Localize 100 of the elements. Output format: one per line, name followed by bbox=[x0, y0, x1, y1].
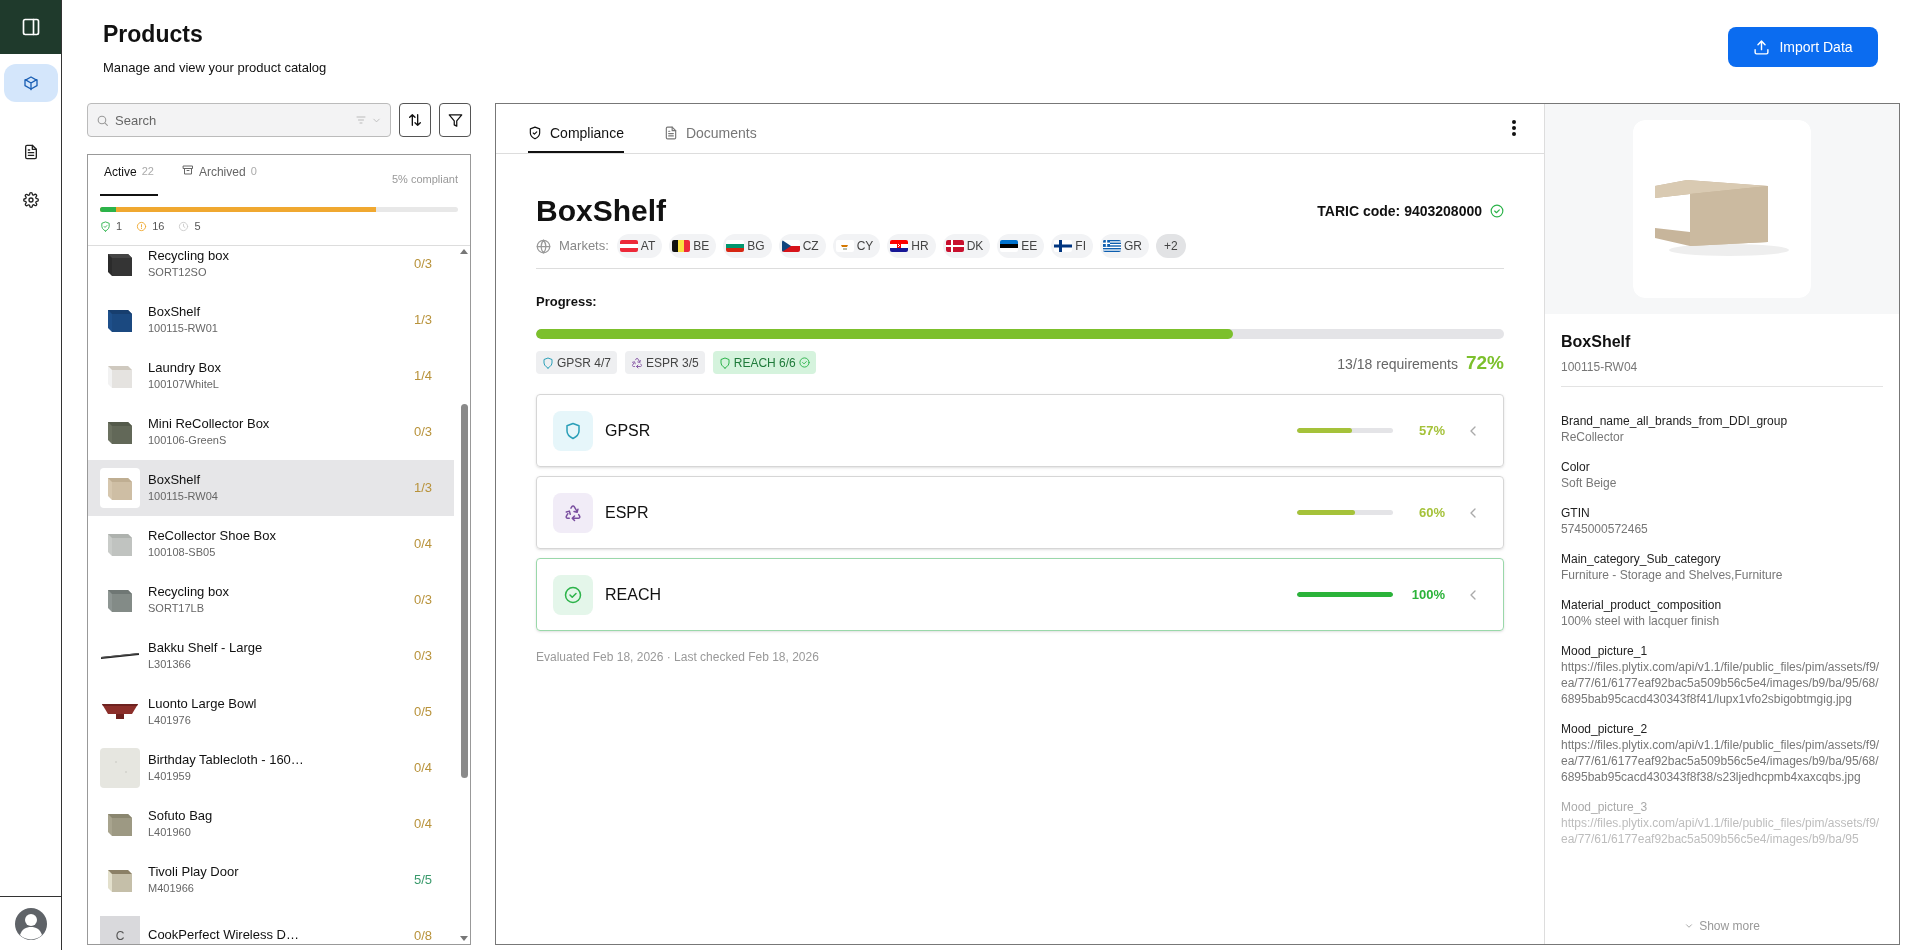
field-label: Brand_name_all_brands_from_DDI_group bbox=[1561, 413, 1789, 429]
thumbnail-placeholder: C bbox=[100, 915, 140, 944]
product-list-item[interactable]: ReCollector Shoe Box 100108-SB05 0/4 bbox=[88, 515, 454, 572]
sort-button[interactable] bbox=[399, 103, 431, 137]
check-circle-icon bbox=[564, 585, 582, 604]
market-chip: BG bbox=[723, 234, 772, 258]
product-list-item[interactable]: Recycling box SORT17LB 0/3 bbox=[88, 571, 454, 628]
progress-percent: 72% bbox=[1465, 350, 1504, 375]
field-label: Mood_picture_1 bbox=[1561, 643, 1649, 659]
regulation-tag: REACH 6/6 bbox=[712, 351, 816, 375]
product-list-item[interactable]: Bakku Shelf - Large L301366 0/3 bbox=[88, 627, 454, 684]
product-list-item[interactable]: BoxShelf 100115-RW04 1/3 bbox=[88, 459, 454, 516]
progress-label: Progress: bbox=[536, 293, 598, 311]
compliance-score: 0/4 bbox=[413, 758, 432, 777]
sidebar-toggle-button[interactable] bbox=[0, 0, 61, 54]
product-sku: 100106-GreenS bbox=[148, 433, 228, 448]
status-count: 16 bbox=[152, 219, 165, 234]
compliance-score: 0/3 bbox=[413, 422, 432, 441]
shield-check-icon bbox=[528, 126, 542, 140]
regulation-name: ESPR bbox=[605, 502, 650, 523]
product-sku: 100108-SB05 bbox=[148, 545, 217, 560]
product-list-item[interactable]: Luonto Large Bowl L401976 0/5 bbox=[88, 683, 454, 740]
compliance-summary: 5% compliant bbox=[391, 171, 458, 187]
shield-icon bbox=[718, 356, 731, 369]
field-label: Mood_picture_3 bbox=[1561, 799, 1649, 815]
product-list-item[interactable]: Recycling box SORT12SO 0/3 bbox=[88, 245, 454, 292]
filter-button[interactable] bbox=[439, 103, 471, 137]
field-label: GTIN bbox=[1561, 505, 1591, 521]
market-chip: CZ bbox=[778, 234, 826, 258]
product-title: BoxShelf bbox=[536, 193, 667, 229]
product-list-item[interactable]: Sofuto Bag L401960 0/4 bbox=[88, 795, 454, 852]
scroll-up-icon[interactable] bbox=[460, 248, 468, 254]
product-name: Sofuto Bag bbox=[148, 807, 214, 824]
field-value: 5745000572465 bbox=[1561, 521, 1649, 537]
compliance-score: 0/5 bbox=[413, 702, 432, 721]
product-list-item[interactable]: Tivoli Play Door M401966 5/5 bbox=[88, 851, 454, 908]
page-subtitle: Manage and view your product catalog bbox=[103, 59, 327, 77]
product-list-item[interactable]: Laundry Box 100107WhiteL 1/4 bbox=[88, 347, 454, 404]
field-label: Mood_picture_2 bbox=[1561, 721, 1649, 737]
regulation-name: GPSR bbox=[605, 420, 652, 441]
market-chip: DK bbox=[942, 234, 991, 258]
product-sku: L401959 bbox=[148, 769, 192, 784]
archive-icon bbox=[181, 164, 194, 176]
product-sku: M401966 bbox=[148, 881, 195, 896]
panel-icon bbox=[20, 17, 41, 37]
product-list-item[interactable]: Mini ReCollector Box 100106-GreenS 0/3 bbox=[88, 403, 454, 460]
scrollbar-thumb[interactable] bbox=[460, 403, 468, 778]
regulation-card[interactable]: ESPR 60% bbox=[536, 476, 1504, 549]
product-list-item[interactable]: C CookPerfect Wireless D… 0/8 bbox=[88, 907, 454, 944]
flag-icon bbox=[619, 240, 638, 252]
search-field[interactable]: Search bbox=[87, 103, 391, 137]
market-chip: BE bbox=[669, 234, 717, 258]
compliance-score: 5/5 bbox=[413, 870, 432, 889]
regulation-tag: ESPR 3/5 bbox=[625, 351, 705, 375]
product-list-item[interactable]: Birthday Tablecloth - 160… L401959 0/4 bbox=[88, 739, 454, 796]
market-chip: FI bbox=[1051, 234, 1094, 258]
list-tab[interactable]: Active 22 bbox=[100, 163, 158, 196]
globe-icon bbox=[536, 238, 551, 254]
upload-icon bbox=[1753, 38, 1771, 56]
regulation-card[interactable]: GPSR 57% bbox=[536, 394, 1504, 467]
compliance-score: 1/3 bbox=[413, 478, 432, 497]
market-chip: GR bbox=[1100, 234, 1150, 258]
kebab-icon bbox=[1512, 120, 1516, 136]
market-chip: CY bbox=[832, 234, 881, 258]
product-list-item[interactable]: BoxShelf 100115-RW01 1/3 bbox=[88, 291, 454, 348]
market-chip: AT bbox=[616, 234, 663, 258]
field-label: Material_product_composition bbox=[1561, 597, 1723, 613]
evaluation-note: Evaluated Feb 18, 2026 · Last checked Feb 18, 2026 bbox=[536, 649, 820, 666]
clock-icon bbox=[178, 220, 190, 232]
filter-icon bbox=[447, 112, 463, 128]
detail-tab[interactable]: Documents bbox=[663, 115, 757, 153]
shield-check-icon bbox=[100, 220, 111, 232]
document-icon bbox=[663, 126, 678, 140]
product-name: Birthday Tablecloth - 160… bbox=[148, 751, 305, 768]
status-count: 5 bbox=[194, 219, 201, 234]
recycle-icon bbox=[564, 503, 582, 522]
compliance-score: 0/3 bbox=[413, 646, 432, 665]
settings-icon bbox=[22, 192, 39, 208]
regulation-card[interactable]: REACH 100% bbox=[536, 558, 1504, 631]
field-value: Furniture - Storage and Shelves,Furniture bbox=[1561, 567, 1784, 583]
detail-tab[interactable]: Compliance bbox=[528, 115, 624, 153]
scroll-down-icon[interactable] bbox=[460, 936, 468, 941]
avatar-icon[interactable] bbox=[14, 907, 47, 940]
list-tab[interactable]: Archived 0 bbox=[177, 163, 261, 196]
field-value: 100% steel with lacquer finish bbox=[1561, 613, 1721, 629]
product-name: ReCollector Shoe Box bbox=[148, 527, 277, 544]
product-sku: 100115-RW01 bbox=[148, 321, 219, 336]
taric-code: TARIC code: 9403208000 bbox=[1317, 201, 1482, 221]
product-name: Recycling box bbox=[148, 247, 230, 264]
flag-icon bbox=[1054, 240, 1073, 252]
markets-label: Markets: bbox=[559, 237, 609, 256]
flag-icon bbox=[890, 240, 909, 252]
flag-icon bbox=[1000, 240, 1019, 252]
filter-lines-icon bbox=[355, 114, 367, 126]
alert-icon bbox=[136, 220, 148, 232]
compliance-score: 0/3 bbox=[413, 590, 432, 609]
chevron-down-icon bbox=[1684, 921, 1695, 931]
import-data-button[interactable]: Import Data bbox=[1728, 27, 1878, 67]
more-markets-badge[interactable]: +2 bbox=[1156, 234, 1186, 258]
compliance-score: 0/3 bbox=[413, 254, 432, 273]
